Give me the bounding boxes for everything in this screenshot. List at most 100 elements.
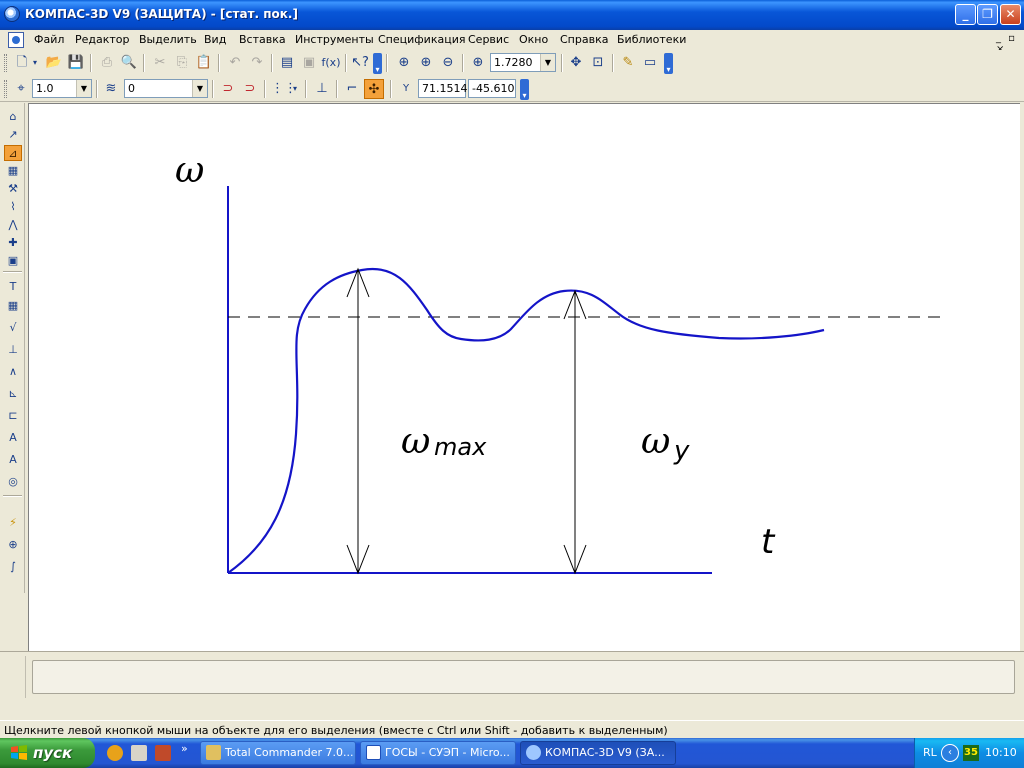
leader-icon[interactable]: ∧ bbox=[4, 364, 22, 380]
table-icon[interactable]: ▦ bbox=[4, 298, 22, 314]
local-cs-icon[interactable]: ⌖ bbox=[11, 79, 31, 99]
print-icon[interactable]: ⎙ bbox=[97, 53, 117, 73]
quicklaunch-print-icon[interactable] bbox=[131, 745, 147, 761]
spec-icon[interactable]: ✚ bbox=[4, 235, 22, 251]
geometry-icon[interactable]: ⌂ bbox=[4, 109, 22, 125]
drawing-canvas[interactable]: ω t ω max ω y bbox=[28, 103, 1020, 651]
show-all-icon[interactable]: ⊡ bbox=[588, 53, 608, 73]
menu-window[interactable]: Окно bbox=[519, 33, 548, 46]
grid-icon[interactable]: ⋮⋮ bbox=[271, 79, 297, 99]
quicklaunch-archive-icon[interactable] bbox=[155, 745, 171, 761]
text-icon[interactable]: T bbox=[4, 279, 22, 295]
refresh-icon[interactable]: ✎ bbox=[618, 53, 638, 73]
toolbar-grip[interactable] bbox=[4, 54, 7, 72]
title-bar[interactable]: КОМПАС-3D V9 (ЗАЩИТА) - [стат. пок.] _ ❐… bbox=[0, 0, 1024, 30]
task-kompas[interactable]: КОМПАС-3D V9 (ЗА... bbox=[520, 741, 676, 765]
axis-label-icon[interactable]: A bbox=[4, 430, 22, 446]
menu-file[interactable]: Файл bbox=[34, 33, 64, 46]
omega-max-symbol[interactable]: ω bbox=[401, 421, 430, 462]
tolerance-icon[interactable]: ⊾ bbox=[4, 386, 22, 402]
layer-combo[interactable]: 0 ▼ bbox=[124, 79, 208, 98]
menu-libraries[interactable]: Библиотеки bbox=[617, 33, 686, 46]
quicklaunch-app-icon[interactable] bbox=[107, 745, 123, 761]
chevron-down-icon[interactable]: ▼ bbox=[76, 80, 91, 97]
coordinates-icon[interactable]: Y bbox=[396, 79, 416, 99]
active-snap-icon[interactable]: ✣ bbox=[364, 79, 384, 99]
panel-handle[interactable] bbox=[4, 656, 26, 698]
snap-magnet-icon[interactable]: ⊃ bbox=[218, 79, 238, 99]
open-folder-icon[interactable]: 📂 bbox=[44, 53, 64, 73]
grid-dropdown-icon[interactable]: ▾ bbox=[290, 79, 300, 99]
clock[interactable]: 10:10 bbox=[985, 746, 1017, 759]
toolbar-options-chevron[interactable]: ▾ bbox=[373, 53, 382, 74]
new-document-icon[interactable]: 🗋 bbox=[12, 53, 32, 73]
round-icon[interactable]: ⌐ bbox=[342, 79, 362, 99]
cut-icon[interactable]: ✂ bbox=[150, 53, 170, 73]
base-icon[interactable]: ⊥ bbox=[4, 342, 22, 358]
omega-max-subscript[interactable]: max bbox=[434, 433, 487, 461]
task-word-document[interactable]: ГОСЫ - СУЭП - Micro... bbox=[360, 741, 516, 765]
response-curve[interactable] bbox=[227, 267, 825, 574]
menu-service[interactable]: Сервис bbox=[468, 33, 509, 46]
task-total-commander[interactable]: Total Commander 7.0... bbox=[200, 741, 356, 765]
variables-fx-icon[interactable]: f(x) bbox=[321, 53, 341, 73]
language-indicator[interactable]: RL bbox=[923, 746, 937, 759]
document-icon[interactable] bbox=[8, 32, 24, 48]
redo-icon[interactable]: ↷ bbox=[247, 53, 267, 73]
menu-edit[interactable]: Редактор bbox=[75, 33, 130, 46]
menu-view[interactable]: Вид bbox=[204, 33, 226, 46]
start-button[interactable]: пуск bbox=[0, 738, 95, 768]
selection-icon[interactable]: ⌇ bbox=[4, 199, 22, 215]
zoom-scale-icon[interactable]: ⊕ bbox=[468, 53, 488, 73]
menu-insert[interactable]: Вставка bbox=[239, 33, 286, 46]
scale-combo[interactable]: 1.0 ▼ bbox=[32, 79, 92, 98]
drawing-svg[interactable]: ω t ω max ω y bbox=[29, 104, 1021, 652]
center-mark-icon[interactable]: ⊕ bbox=[4, 537, 22, 553]
restore-button[interactable]: ❐ bbox=[977, 4, 998, 25]
kompas-app-icon[interactable] bbox=[4, 6, 20, 22]
zoom-in-icon[interactable]: ⊕ bbox=[416, 53, 436, 73]
close-button[interactable]: ✕ bbox=[1000, 4, 1021, 25]
undo-icon[interactable]: ↶ bbox=[225, 53, 245, 73]
copy-icon[interactable]: ⎘ bbox=[172, 53, 192, 73]
section-icon[interactable]: ◎ bbox=[4, 474, 22, 490]
ortho-icon[interactable]: ⊥ bbox=[312, 79, 332, 99]
tray-app-icon[interactable]: 35 bbox=[963, 745, 979, 761]
x-axis-label[interactable]: t bbox=[761, 522, 776, 562]
help-pointer-icon[interactable]: ↖? bbox=[350, 53, 370, 73]
position-icon[interactable]: ⊏ bbox=[4, 408, 22, 424]
property-bar[interactable] bbox=[32, 660, 1015, 694]
tray-expand-icon[interactable]: ‹ bbox=[941, 744, 959, 762]
library-icon[interactable]: ▣ bbox=[299, 53, 319, 73]
toolbar-options-chevron[interactable]: ▾ bbox=[520, 79, 529, 100]
display-icon[interactable]: ▭ bbox=[640, 53, 660, 73]
menu-tools[interactable]: Инструменты bbox=[295, 33, 374, 46]
save-icon[interactable]: 💾 bbox=[66, 53, 86, 73]
zoom-combo[interactable]: 1.7280 ▼ bbox=[490, 53, 556, 72]
print-preview-icon[interactable]: 🔍 bbox=[119, 53, 139, 73]
wavy-line-icon[interactable]: ∫ bbox=[4, 559, 22, 575]
edit-icon[interactable]: ↗ bbox=[4, 127, 22, 143]
views-icon[interactable]: ⋀ bbox=[4, 217, 22, 233]
arrow-view-icon[interactable]: A bbox=[4, 452, 22, 468]
global-snap-icon[interactable]: ⊃ bbox=[240, 79, 260, 99]
layers-icon[interactable]: ≋ bbox=[101, 79, 121, 99]
omega-y-subscript[interactable]: y bbox=[673, 436, 690, 466]
coord-x-field[interactable]: 71.1514 bbox=[418, 79, 468, 98]
reports-icon[interactable]: ▣ bbox=[4, 253, 22, 269]
parametrization-icon[interactable]: ▦ bbox=[4, 163, 22, 179]
pan-icon[interactable]: ✥ bbox=[566, 53, 586, 73]
menu-specification[interactable]: Спецификация bbox=[378, 33, 465, 46]
omega-y-symbol[interactable]: ω bbox=[641, 421, 670, 462]
zoom-out-icon[interactable]: ⊖ bbox=[438, 53, 458, 73]
break-line-icon[interactable]: ⚡ bbox=[4, 515, 22, 531]
dimensions-icon[interactable]: ⊿ bbox=[4, 145, 22, 161]
menu-help[interactable]: Справка bbox=[560, 33, 608, 46]
roughness-icon[interactable]: √ bbox=[4, 320, 22, 336]
manager-icon[interactable]: ▤ bbox=[277, 53, 297, 73]
toolbar-options-chevron[interactable]: ▾ bbox=[664, 53, 673, 74]
menu-select[interactable]: Выделить bbox=[139, 33, 197, 46]
coord-y-field[interactable]: -45.610 bbox=[468, 79, 516, 98]
minimize-button[interactable]: _ bbox=[955, 4, 976, 25]
paste-icon[interactable]: 📋 bbox=[194, 53, 214, 73]
